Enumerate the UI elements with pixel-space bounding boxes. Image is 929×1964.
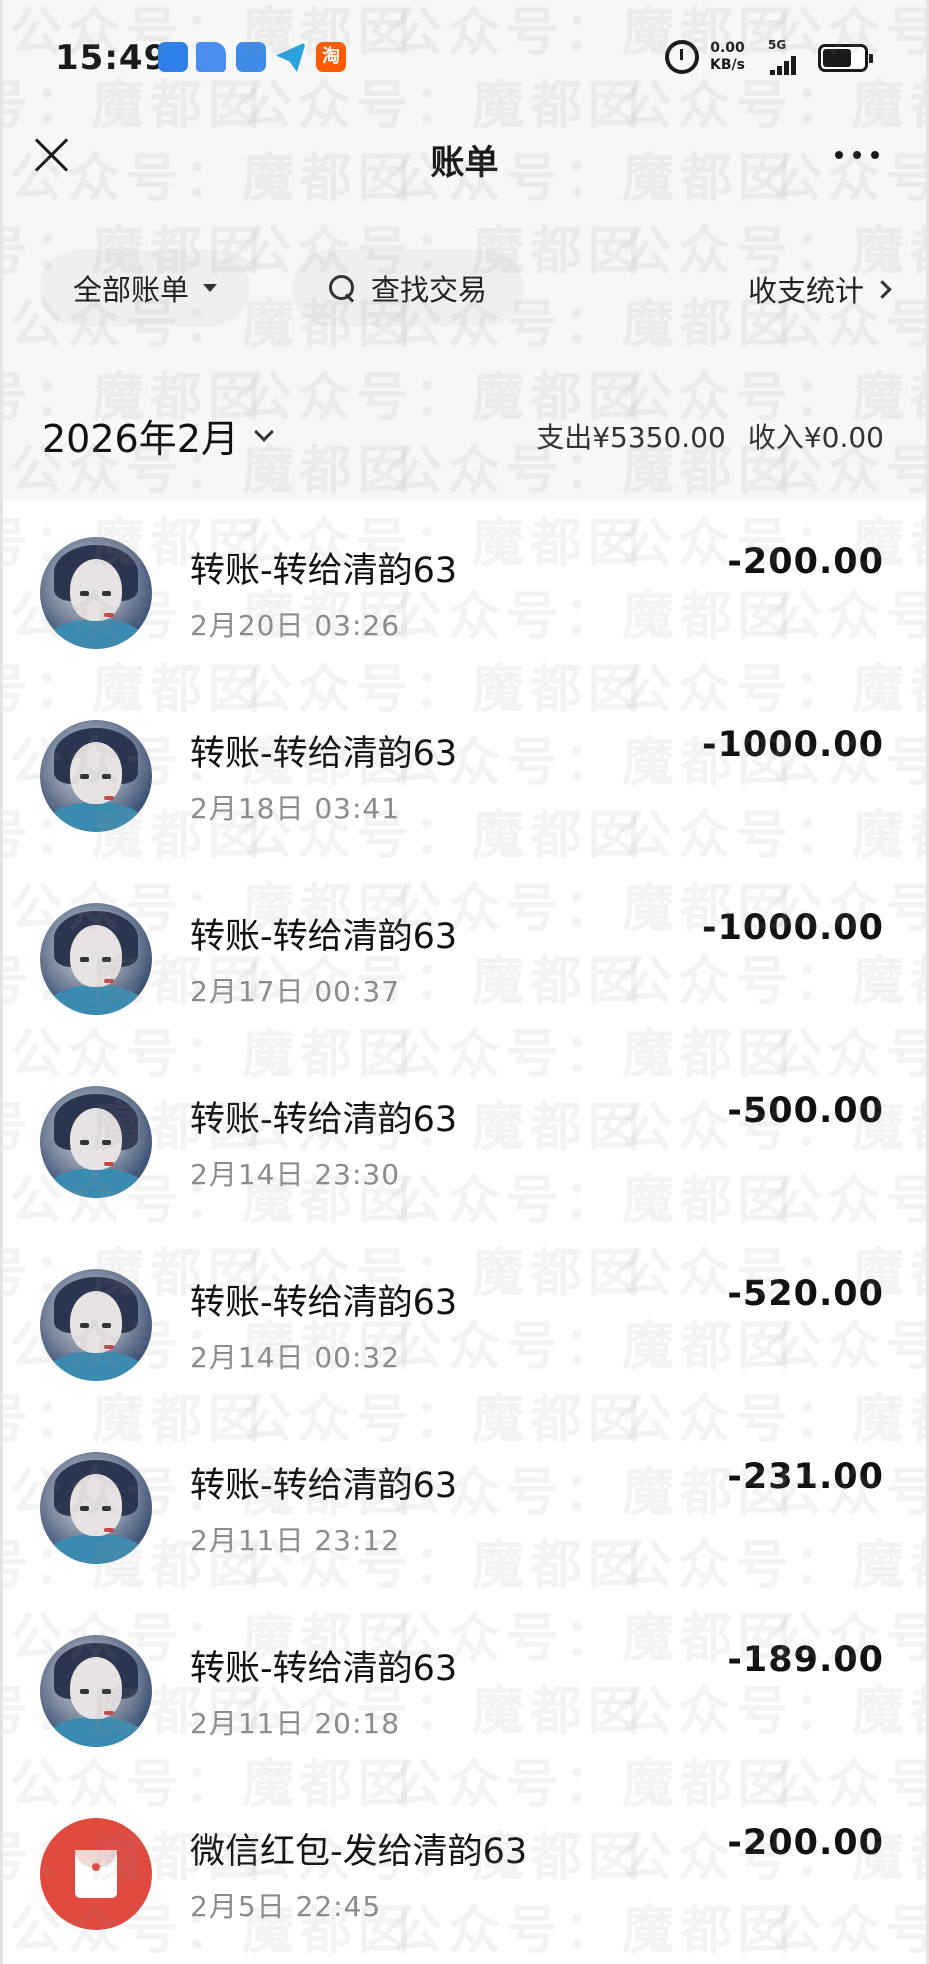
search-label: 查找交易 <box>370 273 487 307</box>
transaction-amount: -520.00 <box>727 1274 884 1314</box>
signal-bars-icon <box>770 55 800 75</box>
contact-avatar <box>40 1452 152 1564</box>
transaction-datetime: 2月14日 23:30 <box>190 1158 401 1191</box>
app-icon-browser <box>236 42 266 72</box>
signal-type: 5G <box>768 38 787 52</box>
transaction-datetime: 2月11日 23:12 <box>190 1524 401 1557</box>
contact-avatar <box>40 1269 152 1381</box>
transaction-row[interactable]: 转账-转给清韵63 2月14日 23:30 -500.00 <box>0 1049 929 1232</box>
transaction-row[interactable]: 转账-转给清韵63 2月14日 00:32 -520.00 <box>0 1232 929 1415</box>
alarm-icon <box>665 40 699 74</box>
transaction-title: 转账-转给清韵63 <box>190 1466 458 1506</box>
network-speed-value: 0.00 <box>710 40 745 56</box>
transaction-title: 转账-转给清韵63 <box>190 1283 458 1323</box>
contact-avatar <box>40 1635 152 1747</box>
transaction-datetime: 2月17日 00:37 <box>190 975 401 1008</box>
status-time: 15:49 <box>55 38 169 78</box>
taobao-icon: 淘 <box>316 42 346 72</box>
transaction-amount: -200.00 <box>727 1823 884 1863</box>
transaction-datetime: 2月11日 20:18 <box>190 1707 401 1740</box>
red-packet-icon <box>40 1818 152 1930</box>
transaction-row[interactable]: 微信红包-发给清韵63 2月5日 22:45 -200.00 <box>0 1781 929 1964</box>
transaction-amount: -1000.00 <box>702 725 884 765</box>
network-speed: 0.00 KB/s <box>710 40 745 74</box>
battery-icon <box>818 44 873 72</box>
phone-screen: 15:49 淘 0.00 KB/s 5G 账单 全部账单 查找交易 收支统计 2… <box>0 0 929 1964</box>
chevron-right-icon <box>873 279 892 299</box>
month-header: 2026年2月 支出¥5350.00 收入¥0.00 <box>0 400 929 470</box>
page-title: 账单 <box>430 143 499 183</box>
transaction-amount: -189.00 <box>727 1640 884 1680</box>
transaction-row[interactable]: 转账-转给清韵63 2月17日 00:37 -1000.00 <box>0 866 929 1049</box>
network-speed-unit: KB/s <box>710 57 745 73</box>
transaction-datetime: 2月14日 00:32 <box>190 1341 401 1374</box>
transaction-amount: -500.00 <box>727 1091 884 1131</box>
caret-down-icon <box>203 284 217 292</box>
stats-label: 收支统计 <box>747 274 864 308</box>
status-bar: 15:49 淘 0.00 KB/s 5G <box>0 0 929 115</box>
transaction-amount: -1000.00 <box>702 908 884 948</box>
chevron-down-icon <box>253 421 274 442</box>
contact-avatar <box>40 537 152 649</box>
contact-avatar <box>40 720 152 832</box>
frame-edge-left <box>0 0 3 1964</box>
contact-avatar <box>40 903 152 1015</box>
transaction-datetime: 2月20日 03:26 <box>190 609 401 642</box>
filter-bar: 全部账单 查找交易 收支统计 <box>0 250 929 330</box>
search-transactions-button[interactable]: 查找交易 <box>292 250 524 326</box>
transaction-title: 转账-转给清韵63 <box>190 551 458 591</box>
expense-total: 支出¥5350.00 <box>536 421 726 454</box>
nav-bar: 账单 <box>0 115 929 215</box>
all-bills-dropdown[interactable]: 全部账单 <box>40 250 250 326</box>
transaction-datetime: 2月5日 22:45 <box>190 1890 382 1923</box>
contact-avatar <box>40 1086 152 1198</box>
envelope-icon <box>75 1850 117 1898</box>
more-options-icon[interactable] <box>835 151 881 161</box>
search-icon <box>328 275 355 301</box>
month-selector[interactable]: 2026年2月 <box>42 408 274 463</box>
all-bills-label: 全部账单 <box>72 273 189 307</box>
income-total: 收入¥0.00 <box>747 421 884 454</box>
transaction-title: 转账-转给清韵63 <box>190 734 458 774</box>
transaction-title: 微信红包-发给清韵63 <box>190 1832 528 1872</box>
month-label: 2026年2月 <box>42 417 239 461</box>
transaction-row[interactable]: 转账-转给清韵63 2月11日 20:18 -189.00 <box>0 1598 929 1781</box>
month-summary: 支出¥5350.00 收入¥0.00 <box>536 416 884 456</box>
transaction-title: 转账-转给清韵63 <box>190 917 458 957</box>
transaction-amount: -200.00 <box>727 542 884 582</box>
transaction-list: 转账-转给清韵63 2月20日 03:26 -200.00 转账-转给清韵63 2月18… <box>0 500 929 1964</box>
transaction-title: 转账-转给清韵63 <box>190 1100 458 1140</box>
app-icon-doc <box>196 42 226 72</box>
transaction-row[interactable]: 转账-转给清韵63 2月18日 03:41 -1000.00 <box>0 683 929 866</box>
transaction-row[interactable]: 转账-转给清韵63 2月11日 23:12 -231.00 <box>0 1415 929 1598</box>
app-icon-blue <box>158 42 188 72</box>
transaction-amount: -231.00 <box>727 1457 884 1497</box>
income-expense-stats-link[interactable]: 收支统计 <box>747 268 892 310</box>
transaction-row[interactable]: 转账-转给清韵63 2月20日 03:26 -200.00 <box>0 500 929 683</box>
telegram-icon <box>276 42 306 72</box>
transaction-title: 转账-转给清韵63 <box>190 1649 458 1689</box>
transaction-datetime: 2月18日 03:41 <box>190 792 401 825</box>
